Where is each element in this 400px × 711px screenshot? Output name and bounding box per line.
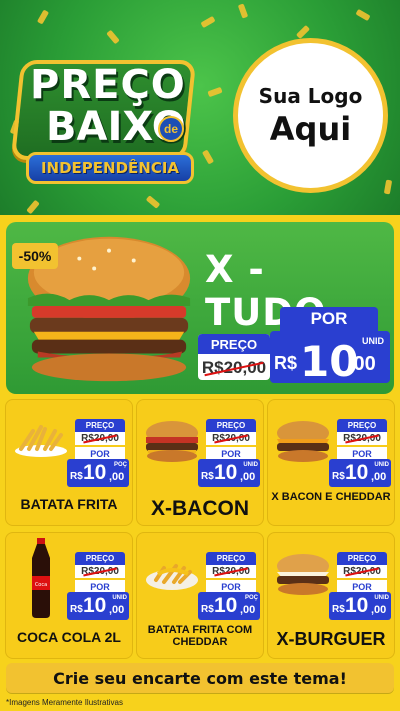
product-image <box>140 552 204 592</box>
promo-de-circle: de <box>158 116 184 142</box>
product-card: PREÇOR$20,00PORR$10,00UNIDX-BURGUER <box>267 532 395 659</box>
currency: R$ <box>332 471 345 482</box>
new-price: R$ 10,00 UNID <box>198 459 260 487</box>
product-card: CocaPREÇOR$20,00PORR$10,00UNIDCOCA COLA … <box>5 532 133 659</box>
product-name: BATATA FRITA <box>20 496 118 512</box>
product-name: COCA COLA 2L <box>17 629 121 645</box>
price-int: 10 <box>214 594 238 617</box>
unit: UNID <box>243 462 258 468</box>
old-price: R$20,00 <box>206 565 256 578</box>
product-image <box>271 419 335 463</box>
preco-label: PREÇO <box>75 419 125 432</box>
old-price: R$20,00 <box>337 565 387 578</box>
price-int: 10 <box>214 461 238 484</box>
price-dec: ,00 <box>109 604 125 616</box>
new-price: R$ 10,00 UNID <box>329 592 391 620</box>
unit: UNID <box>374 462 389 468</box>
unit: POÇ <box>244 595 258 601</box>
old-price: R$20,00 <box>206 432 256 445</box>
new-price: R$ 10,00 POÇ <box>198 592 260 620</box>
preco-label: PREÇO <box>75 552 125 565</box>
promo-ribbon: INDEPENDÊNCIA <box>26 152 194 184</box>
featured-old-price: R$20,00 <box>200 358 268 378</box>
price-dec: ,00 <box>371 604 387 616</box>
product-name: X-BURGUER <box>276 629 386 649</box>
product-image: Coca <box>9 538 73 618</box>
preco-label: PREÇO <box>206 552 256 565</box>
preco-label: PREÇO <box>337 419 387 432</box>
product-name: X BACON E CHEDDAR <box>271 491 391 503</box>
old-price: R$20,00 <box>337 432 387 445</box>
product-card: PREÇOR$20,00PORR$10,00UNIDX BACON E CHED… <box>267 399 395 526</box>
preco-label: PREÇO <box>206 419 256 432</box>
promo-title-line1: PREÇO <box>30 62 186 108</box>
unit: UNID <box>374 595 389 601</box>
product-name: BATATA FRITA COM CHEDDAR <box>147 624 253 649</box>
new-price: R$ 10,00 UNID <box>329 459 391 487</box>
logo-placeholder: Sua Logo Aqui <box>233 38 388 193</box>
product-image <box>9 419 73 459</box>
featured-new-price: R$ 10 ,00 UNID <box>270 331 390 386</box>
price-int: 10 <box>83 461 107 484</box>
currency: R$ <box>70 471 83 482</box>
product-name: X-BACON <box>151 497 249 520</box>
product-card: PREÇOR$20,00PORR$10,00POÇBATATA FRITA CO… <box>136 532 264 659</box>
unit: UNID <box>112 595 127 601</box>
price-dec: ,00 <box>240 471 256 483</box>
cta-banner[interactable]: Crie seu encarte com este tema! <box>6 663 394 693</box>
new-price: R$ 10,00 UNID <box>67 592 129 620</box>
currency: R$ <box>201 471 214 482</box>
currency: R$ <box>201 604 214 615</box>
featured-por-label: POR <box>280 307 378 331</box>
promo-badge: PREÇO BAIXO de INDEPENDÊNCIA <box>8 52 202 198</box>
price-int: 10 <box>345 594 369 617</box>
svg-text:Coca: Coca <box>35 582 47 588</box>
disclaimer-text: *Imagens Meramente Ilustrativas <box>6 698 123 707</box>
price-dec: ,00 <box>371 471 387 483</box>
price-dec: ,00 <box>109 471 125 483</box>
product-card: PREÇOR$20,00PORR$10,00UNIDX-BACON <box>136 399 264 526</box>
logo-text-line2: Aqui <box>269 109 352 148</box>
featured-unit: UNID <box>362 336 384 346</box>
discount-badge: -50% <box>12 243 58 269</box>
price-dec: ,00 <box>240 604 256 616</box>
old-price: R$20,00 <box>75 565 125 578</box>
preco-label: PREÇO <box>337 552 387 565</box>
unit: POÇ <box>113 462 127 468</box>
logo-text-line1: Sua Logo <box>258 83 363 108</box>
old-price: R$20,00 <box>75 432 125 445</box>
featured-preco-label: PREÇO <box>198 334 270 354</box>
price-int: 10 <box>83 594 107 617</box>
featured-currency: R$ <box>274 353 298 373</box>
featured-price-dec: ,00 <box>348 353 376 375</box>
product-image <box>271 552 335 596</box>
currency: R$ <box>70 604 83 615</box>
product-image <box>140 419 204 463</box>
price-int: 10 <box>345 461 369 484</box>
currency: R$ <box>332 604 345 615</box>
product-card: PREÇOR$20,00PORR$10,00POÇBATATA FRITA <box>5 399 133 526</box>
header-banner: PREÇO BAIXO de INDEPENDÊNCIA Sua Logo Aq… <box>0 0 400 215</box>
new-price: R$ 10,00 POÇ <box>67 459 129 487</box>
